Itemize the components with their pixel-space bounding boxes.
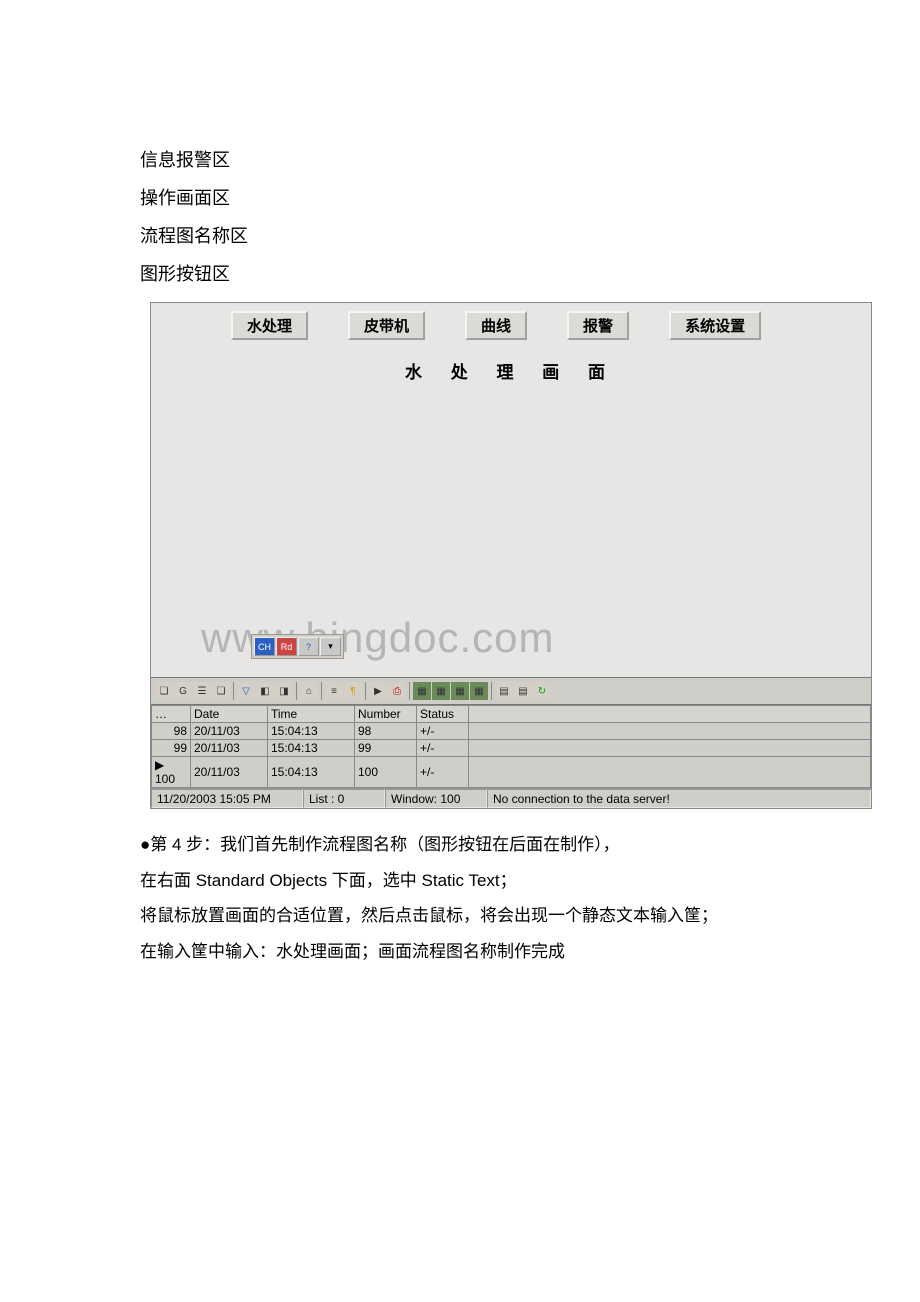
tb-doc1-icon[interactable]: ▤ <box>495 682 513 700</box>
tb-flag2-icon[interactable]: ◨ <box>275 682 293 700</box>
cell-time: 15:04:13 <box>268 723 355 740</box>
tb-disk-icon[interactable]: ⌂ <box>300 682 318 700</box>
toolbar-separator <box>365 682 366 700</box>
tb-win4-icon[interactable]: ▦ <box>470 682 488 700</box>
toolbar-separator <box>409 682 410 700</box>
nav-bar: 水处理 皮带机 曲线 报警 系统设置 <box>151 303 871 348</box>
status-list: List : 0 <box>303 789 385 808</box>
step4-text-4: 在输入筐中输入：水处理画面；画面流程图名称制作完成 <box>140 934 920 970</box>
tb-bars-icon[interactable]: ☰ <box>193 682 211 700</box>
cell-status: +/- <box>417 723 469 740</box>
tb-list-icon[interactable]: ≡ <box>325 682 343 700</box>
status-bar: 11/20/2003 15:05 PM List : 0 Window: 100… <box>151 788 871 808</box>
cell-status: +/- <box>417 740 469 757</box>
tb-print-icon[interactable]: ⎙ <box>388 682 406 700</box>
table-row[interactable]: ▶ 100 20/11/03 15:04:13 100 +/- <box>152 757 871 788</box>
step4-text-1: ●第 4 步：我们首先制作流程图名称（图形按钮在后面在制作）， <box>140 827 920 863</box>
cell-date: 20/11/03 <box>191 757 268 788</box>
cell-idx: 98 <box>152 723 191 740</box>
tb-win3-icon[interactable]: ▦ <box>451 682 469 700</box>
tb-refresh-icon[interactable]: ↻ <box>533 682 551 700</box>
table-row[interactable]: 99 20/11/03 15:04:13 99 +/- <box>152 740 871 757</box>
col-marker[interactable]: … <box>152 706 191 723</box>
cell-date: 20/11/03 <box>191 723 268 740</box>
page-title: 水 处 理 画 面 <box>151 348 871 387</box>
tb-doc2-icon[interactable]: ▤ <box>514 682 532 700</box>
alarm-grid-area: … Date Time Number Status 98 20/11/03 15… <box>151 705 871 788</box>
table-header-row: … Date Time Number Status <box>152 706 871 723</box>
cell-time: 15:04:13 <box>268 757 355 788</box>
col-status[interactable]: Status <box>417 706 469 723</box>
cell-rest <box>469 757 871 788</box>
ime-ch-icon[interactable]: CH <box>254 637 275 656</box>
app-window: 水处理 皮带机 曲线 报警 系统设置 水 处 理 画 面 www.bingdoc… <box>150 302 872 809</box>
text-flowchart-name-area: 流程图名称区 <box>0 216 920 254</box>
status-window: Window: 100 <box>385 789 487 808</box>
table-row[interactable]: 98 20/11/03 15:04:13 98 +/- <box>152 723 871 740</box>
cell-idx: 99 <box>152 740 191 757</box>
cell-status: +/- <box>417 757 469 788</box>
col-time[interactable]: Time <box>268 706 355 723</box>
tb-pipe-icon[interactable]: ¶ <box>344 682 362 700</box>
tb-win2-icon[interactable]: ▦ <box>432 682 450 700</box>
cell-number: 99 <box>355 740 417 757</box>
toolbar-separator <box>491 682 492 700</box>
ime-tray: CH Rd ? ▾ <box>251 634 344 659</box>
col-rest <box>469 706 871 723</box>
col-date[interactable]: Date <box>191 706 268 723</box>
text-graphic-button-area: 图形按钮区 <box>0 254 920 292</box>
tb-page-icon[interactable]: ❏ <box>212 682 230 700</box>
step4-text-3: 将鼠标放置画面的合适位置，然后点击鼠标，将会出现一个静态文本输入筐； <box>140 898 920 934</box>
nav-belt-conveyor-button[interactable]: 皮带机 <box>348 311 425 340</box>
ime-rd-icon[interactable]: Rd <box>276 637 297 656</box>
cell-rest <box>469 723 871 740</box>
nav-water-treatment-button[interactable]: 水处理 <box>231 311 308 340</box>
tb-play-icon[interactable]: ▶ <box>369 682 387 700</box>
tb-flag1-icon[interactable]: ◧ <box>256 682 274 700</box>
nav-system-settings-button[interactable]: 系统设置 <box>669 311 761 340</box>
tb-g-icon[interactable]: G <box>174 682 192 700</box>
text-info-alarm-area: 信息报警区 <box>0 140 920 178</box>
ime-help-icon[interactable]: ? <box>298 637 319 656</box>
cell-idx: ▶ 100 <box>152 757 191 788</box>
toolbar-separator <box>233 682 234 700</box>
canvas-area: www.bingdoc.com CH Rd ? ▾ <box>151 387 871 677</box>
cell-time: 15:04:13 <box>268 740 355 757</box>
nav-curve-button[interactable]: 曲线 <box>465 311 527 340</box>
cell-number: 100 <box>355 757 417 788</box>
cell-number: 98 <box>355 723 417 740</box>
tb-funnel-icon[interactable]: ▽ <box>237 682 255 700</box>
alarm-table: … Date Time Number Status 98 20/11/03 15… <box>151 705 871 788</box>
step4-text-2: 在右面 Standard Objects 下面，选中 Static Text； <box>140 863 920 899</box>
cell-rest <box>469 740 871 757</box>
col-number[interactable]: Number <box>355 706 417 723</box>
ime-dropdown-icon[interactable]: ▾ <box>320 637 341 656</box>
text-operate-screen-area: 操作画面区 <box>0 178 920 216</box>
tb-glyph-icon[interactable]: ❏ <box>155 682 173 700</box>
status-datetime: 11/20/2003 15:05 PM <box>151 789 303 808</box>
toolbar-separator <box>296 682 297 700</box>
nav-alarm-button[interactable]: 报警 <box>567 311 629 340</box>
toolbar-separator <box>321 682 322 700</box>
tb-win1-icon[interactable]: ▦ <box>413 682 431 700</box>
alarm-toolbar: ❏ G ☰ ❏ ▽ ◧ ◨ ⌂ ≡ ¶ ▶ ⎙ ▦ ▦ ▦ ▦ ▤ ▤ ↻ <box>151 677 871 705</box>
cell-date: 20/11/03 <box>191 740 268 757</box>
status-connection: No connection to the data server! <box>487 789 871 808</box>
